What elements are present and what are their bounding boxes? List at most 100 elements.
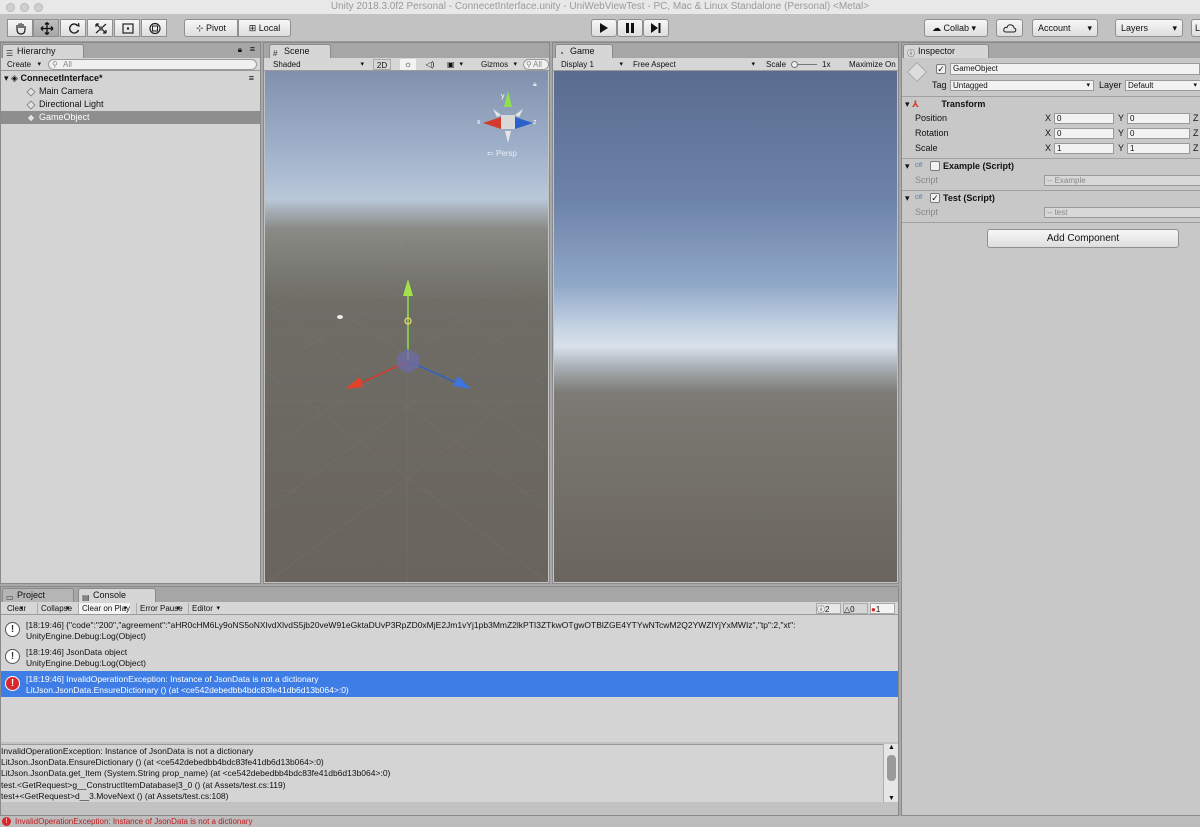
status-bar[interactable]: ! InvalidOperationException: Instance of… [0, 816, 1200, 827]
tab-scene[interactable]: # Scene [269, 44, 331, 58]
log-count-toggle[interactable]: ⓘ2 [816, 603, 841, 614]
lock-icon[interactable]: 🔒︎ [533, 81, 537, 89]
log-message: [18:19:46] JsonData object [26, 647, 128, 657]
collab-dropdown[interactable]: ☁ Collab ▾ [924, 19, 988, 37]
step-button[interactable] [643, 19, 669, 37]
local-toggle-button[interactable]: ⊞ Local [238, 19, 291, 37]
collapse-button[interactable]: Collapse [37, 603, 72, 614]
scale-tool-button[interactable] [87, 19, 113, 37]
expand-arrow-icon[interactable]: ▾ [905, 192, 910, 204]
maximize-on-play-toggle[interactable]: Maximize On [849, 59, 899, 70]
inspector-body: ✓ GameObject Tag Untagged Layer Default … [902, 58, 1200, 815]
scrollbar-thumb[interactable] [887, 755, 896, 781]
pause-button[interactable] [617, 19, 643, 37]
rotate-tool-button[interactable] [60, 19, 86, 37]
layout-dropdown[interactable]: L [1191, 19, 1200, 37]
rotation-x-input[interactable]: 0 [1054, 128, 1114, 139]
script-reference-field[interactable]: -- Example [1044, 175, 1200, 186]
zoom-window-icon[interactable] [34, 3, 43, 12]
scene-effects-dropdown[interactable]: ▣ [444, 59, 466, 70]
cloud-icon [1002, 24, 1016, 33]
tab-label: Scene [284, 46, 310, 56]
display-dropdown[interactable]: Display 1 [558, 59, 626, 70]
scene-root-row[interactable]: ▾ ◈ ConnecetInterface* ≡ [1, 72, 260, 85]
clear-on-play-button[interactable]: Clear on Play [78, 603, 131, 614]
hierarchy-item[interactable]: Main Camera [1, 85, 260, 98]
position-y-input[interactable]: 0 [1127, 113, 1190, 124]
scene-audio-toggle[interactable]: ◁) [422, 59, 438, 70]
pivot-toggle-button[interactable]: ⊹ Pivot [184, 19, 238, 37]
hierarchy-item[interactable]: Directional Light [1, 98, 260, 111]
editor-dropdown[interactable]: Editor [188, 603, 223, 614]
rect-tool-button[interactable] [114, 19, 140, 37]
tag-dropdown[interactable]: Untagged [950, 80, 1094, 91]
mode-2d-toggle[interactable]: 2D [373, 59, 391, 70]
game-viewport[interactable] [554, 71, 897, 582]
tab-console[interactable]: ▤ Console [78, 588, 156, 602]
inspector-tabstrip: ⓘ Inspector [902, 43, 1200, 58]
component-title[interactable]: Test (Script) [943, 192, 995, 204]
close-window-icon[interactable] [6, 3, 15, 12]
scale-slider-handle[interactable] [791, 61, 798, 68]
gameobject-cube-icon [26, 113, 36, 123]
scene-lighting-toggle[interactable]: ☼ [400, 59, 416, 70]
scroll-up-arrow-icon[interactable]: ▲ [888, 744, 895, 751]
hand-tool-button[interactable] [7, 19, 33, 37]
search-placeholder: All [533, 60, 542, 69]
layer-dropdown[interactable]: Default [1125, 80, 1200, 91]
error-count-toggle[interactable]: ●1 [870, 603, 895, 614]
account-dropdown[interactable]: Account ▾ [1032, 19, 1098, 37]
hierarchy-item-selected[interactable]: GameObject [1, 111, 260, 124]
play-button[interactable] [591, 19, 617, 37]
add-component-button[interactable]: Add Component [987, 229, 1179, 248]
transform-header[interactable]: ▾ ⅄ Transform [905, 98, 985, 110]
scene-search-input[interactable]: ⚲ All [523, 59, 549, 70]
shading-mode-dropdown[interactable]: Shaded [270, 59, 367, 70]
transform-tool-button[interactable] [141, 19, 167, 37]
x-axis-label: X [1045, 113, 1052, 123]
error-pause-button[interactable]: Error Pause [136, 603, 183, 614]
hierarchy-search-input[interactable]: ⚲ All [48, 59, 257, 70]
component-enabled-checkbox[interactable]: ✓ [930, 193, 940, 203]
tab-inspector[interactable]: ⓘ Inspector [903, 44, 989, 58]
scale-y-input[interactable]: 1 [1127, 143, 1190, 154]
create-dropdown[interactable]: Create [4, 59, 44, 70]
script-reference-field[interactable]: -- test [1044, 207, 1200, 218]
gizmos-label: Gizmos [481, 60, 509, 69]
divider [902, 96, 1200, 97]
minimize-window-icon[interactable] [20, 3, 29, 12]
combined-transform-icon [149, 22, 161, 35]
detail-scrollbar[interactable]: ▲ ▼ [883, 744, 898, 802]
clear-button[interactable]: Clear [4, 603, 26, 614]
active-checkbox[interactable]: ✓ [936, 64, 946, 74]
rotation-y-input[interactable]: 0 [1127, 128, 1190, 139]
layers-dropdown[interactable]: Layers ▾ [1115, 19, 1183, 37]
object-name-input[interactable]: GameObject [950, 63, 1200, 75]
expand-arrow-icon[interactable]: ▾ [905, 160, 910, 172]
console-error-entry-selected[interactable]: ! [18:19:46] InvalidOperationException: … [1, 671, 898, 697]
persp-label[interactable]: ⇐ Persp [487, 149, 517, 158]
console-log-entry[interactable]: ! [18:19:46] {"code":"200","agreement":"… [1, 617, 898, 643]
warning-count-toggle[interactable]: △0 [843, 603, 868, 614]
move-tool-button[interactable] [33, 19, 59, 37]
tab-project[interactable]: ▭ Project [2, 588, 74, 602]
tab-hierarchy[interactable]: ☰ Hierarchy [2, 44, 84, 58]
gizmos-dropdown[interactable]: Gizmos [478, 59, 520, 70]
error-icon: ! [2, 817, 11, 826]
scale-slider[interactable] [791, 61, 817, 68]
scene-menu-icon[interactable]: ≡ [249, 72, 254, 85]
tab-game[interactable]: ◔ Game [555, 44, 613, 58]
position-x-input[interactable]: 0 [1054, 113, 1114, 124]
component-enabled-checkbox[interactable] [930, 161, 940, 171]
lock-icon[interactable]: 🔒︎ [238, 45, 242, 55]
gizmo-y-cone [504, 91, 512, 107]
aspect-dropdown[interactable]: Free Aspect [630, 59, 758, 70]
scroll-down-arrow-icon[interactable]: ▼ [888, 795, 895, 802]
console-log-entry[interactable]: ! [18:19:46] JsonData object UnityEngine… [1, 644, 898, 670]
cloud-services-button[interactable] [996, 19, 1023, 37]
console-detail-pane[interactable]: InvalidOperationException: Instance of J… [1, 744, 883, 802]
scale-x-input[interactable]: 1 [1054, 143, 1114, 154]
component-title[interactable]: Example (Script) [943, 160, 1014, 172]
scene-viewport[interactable]: y x z 🔒︎ ⇐ Persp [265, 71, 548, 582]
panel-menu-icon[interactable]: ≡ [250, 44, 255, 54]
